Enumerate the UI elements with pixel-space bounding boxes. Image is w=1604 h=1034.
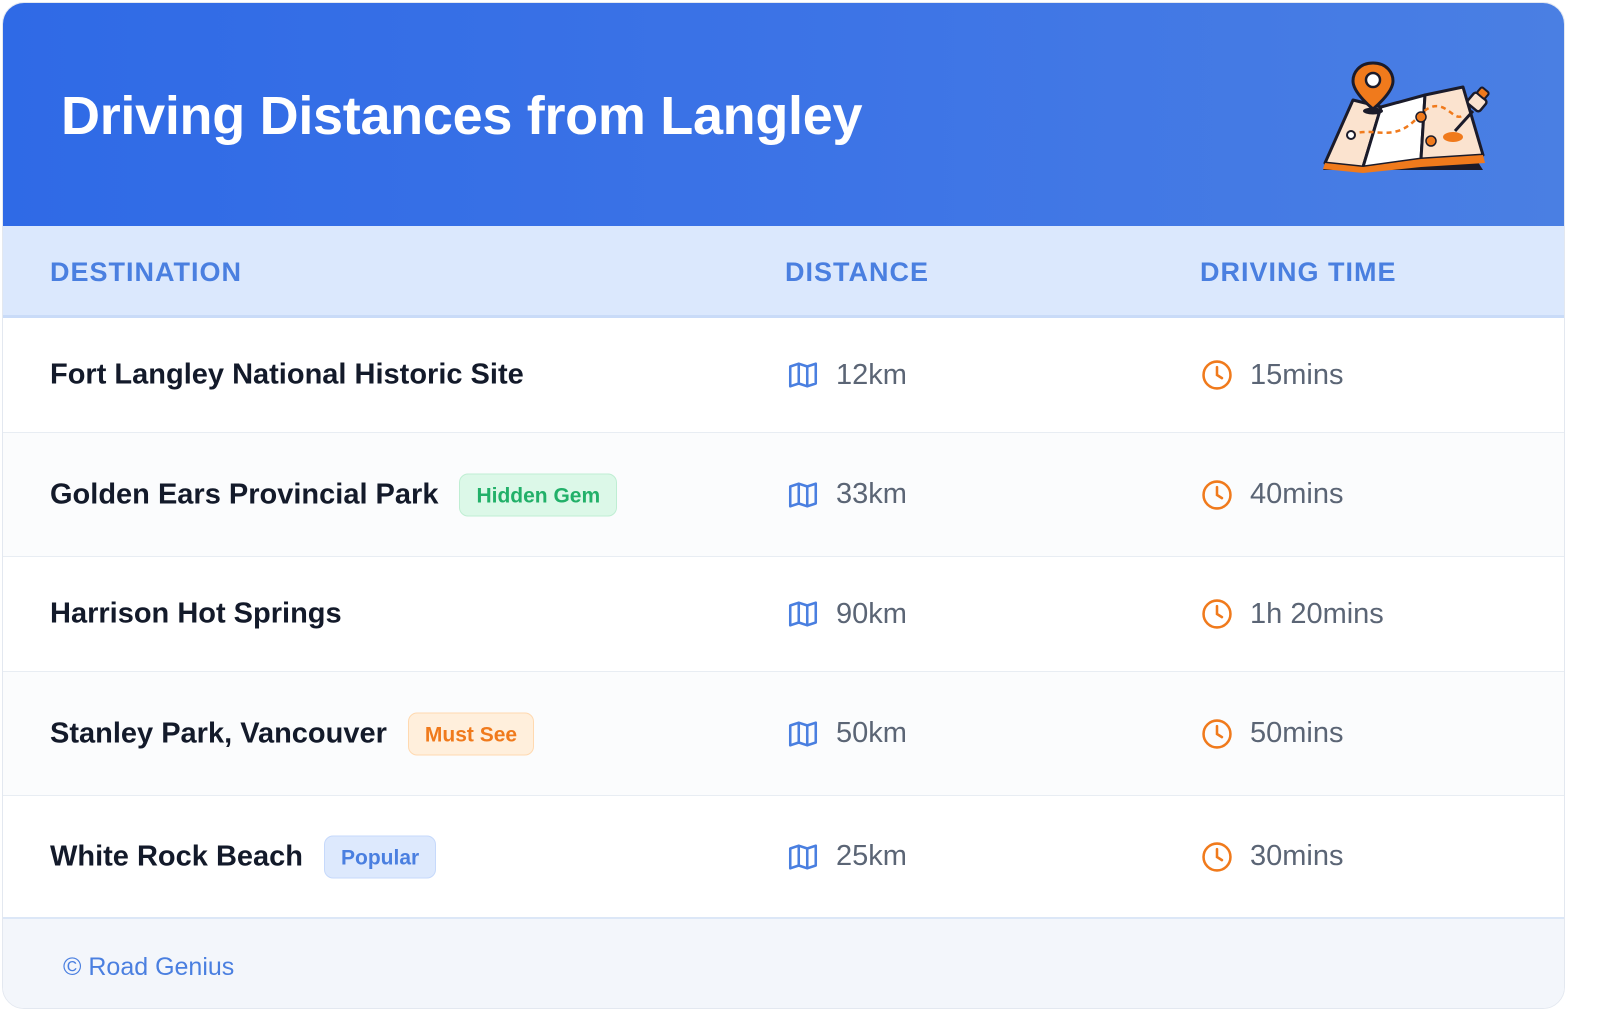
distance-cell: 12km [786,358,907,392]
clock-icon [1202,360,1232,390]
destination-name: Stanley Park, Vancouver [50,717,387,749]
destination-name: Fort Langley National Historic Site [50,358,524,391]
destination-cell: White Rock Beach Popular [50,835,437,878]
map-pin-illustration-icon [1323,61,1490,173]
clock-icon [1202,599,1232,629]
distance-cell: 50km [786,717,907,751]
driving-time-value: 30mins [1250,840,1344,872]
table-header: DESTINATION DISTANCE DRIVING TIME [3,226,1564,318]
destination-cell: Golden Ears Provincial Park Hidden Gem [50,473,618,516]
time-cell: 30mins [1200,840,1344,874]
time-cell: 15mins [1200,358,1344,392]
clock-icon [1202,841,1232,872]
clock-icon [1202,479,1232,510]
column-header-destination: DESTINATION [50,257,242,287]
page-title: Driving Distances from Langley [61,86,863,146]
distance-cell: 90km [786,597,907,631]
destination-name: Golden Ears Provincial Park [50,478,439,510]
column-header-distance: DISTANCE [785,257,930,287]
header-banner: Driving Distances from Langley [3,3,1564,226]
distance-value: 25km [836,840,907,872]
map-icon [788,362,818,388]
driving-time-value: 15mins [1250,358,1344,391]
copyright-text: © Road Genius [63,953,235,981]
column-header-driving-time: DRIVING TIME [1200,257,1397,287]
destination-name: White Rock Beach [50,840,303,872]
table-row: Golden Ears Provincial Park Hidden Gem 3… [3,433,1564,557]
time-cell: 50mins [1200,717,1344,751]
table-row: Stanley Park, Vancouver Must See 50km 50… [3,672,1564,796]
distance-value: 50km [836,717,907,749]
distance-value: 12km [836,358,907,391]
map-icon [788,601,818,627]
distance-value: 33km [836,478,907,510]
must-see-badge: Must See [407,712,535,755]
table-row: Harrison Hot Springs 90km 1h 20mins [3,557,1564,672]
time-cell: 1h 20mins [1200,597,1384,631]
table-row: Fort Langley National Historic Site 12km… [3,318,1564,433]
distance-card: Driving Distances from Langley DESTINATI… [2,2,1565,1009]
driving-time-value: 1h 20mins [1250,597,1384,630]
map-icon [788,481,818,508]
distance-value: 90km [836,597,907,630]
distance-cell: 25km [786,840,907,874]
clock-icon [1202,718,1232,749]
table-body: Fort Langley National Historic Site 12km… [3,318,1564,917]
time-cell: 40mins [1200,478,1344,512]
driving-time-value: 50mins [1250,717,1344,749]
map-icon [788,720,818,747]
destination-cell: Stanley Park, Vancouver Must See [50,712,535,755]
popular-badge: Popular [324,835,437,878]
distance-cell: 33km [786,478,907,512]
driving-time-value: 40mins [1250,478,1344,510]
map-icon [788,843,818,870]
destination-cell: Harrison Hot Springs [50,598,342,631]
table-row: White Rock Beach Popular 25km 30mins [3,796,1564,917]
destination-cell: Fort Langley National Historic Site [50,359,524,392]
hidden-gem-badge: Hidden Gem [459,473,618,516]
footer: © Road Genius [3,917,1564,1008]
destination-name: Harrison Hot Springs [50,597,342,630]
